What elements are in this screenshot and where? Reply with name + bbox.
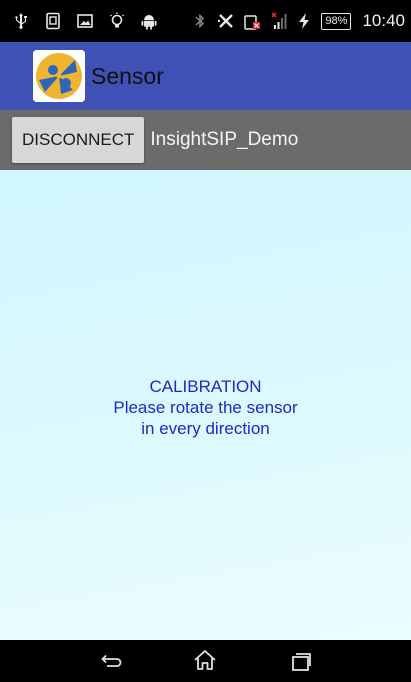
image-icon	[76, 12, 94, 30]
app-logo-icon[interactable]	[33, 50, 85, 102]
navigation-bar	[0, 640, 411, 682]
connection-bar: DISCONNECT InsightSIP_Demo	[0, 110, 411, 170]
android-icon	[140, 12, 158, 30]
back-icon[interactable]	[97, 647, 125, 675]
calibration-message: CALIBRATION Please rotate the sensor in …	[113, 376, 297, 439]
battery-indicator: 98%	[321, 12, 352, 30]
calibration-instruction-line1: Please rotate the sensor	[113, 398, 298, 417]
bluetooth-icon	[191, 12, 209, 30]
sim-toolkit-icon	[44, 12, 62, 30]
device-name: InsightSIP_Demo	[150, 129, 299, 150]
home-icon[interactable]	[191, 646, 219, 674]
disconnect-button[interactable]: DISCONNECT	[12, 117, 145, 163]
calibration-instruction-line2: in every direction	[141, 419, 270, 438]
usb-icon	[12, 12, 30, 30]
calibration-panel: CALIBRATION Please rotate the sensor in …	[0, 170, 411, 640]
status-icons-left	[12, 12, 158, 30]
status-bar: 98% 10:40	[0, 0, 411, 42]
status-clock: 10:40	[362, 11, 405, 30]
charging-icon	[295, 12, 313, 30]
calibration-title: CALIBRATION	[149, 377, 262, 396]
vibrate-off-icon	[217, 12, 235, 30]
signal-icon	[269, 12, 287, 30]
lightbulb-icon	[108, 12, 126, 30]
app-bar: Sensor	[0, 42, 411, 110]
no-sim-icon	[243, 12, 261, 30]
status-icons-right: 98% 10:40	[191, 11, 405, 31]
app-title: Sensor	[91, 62, 164, 89]
recents-icon[interactable]	[287, 648, 315, 676]
